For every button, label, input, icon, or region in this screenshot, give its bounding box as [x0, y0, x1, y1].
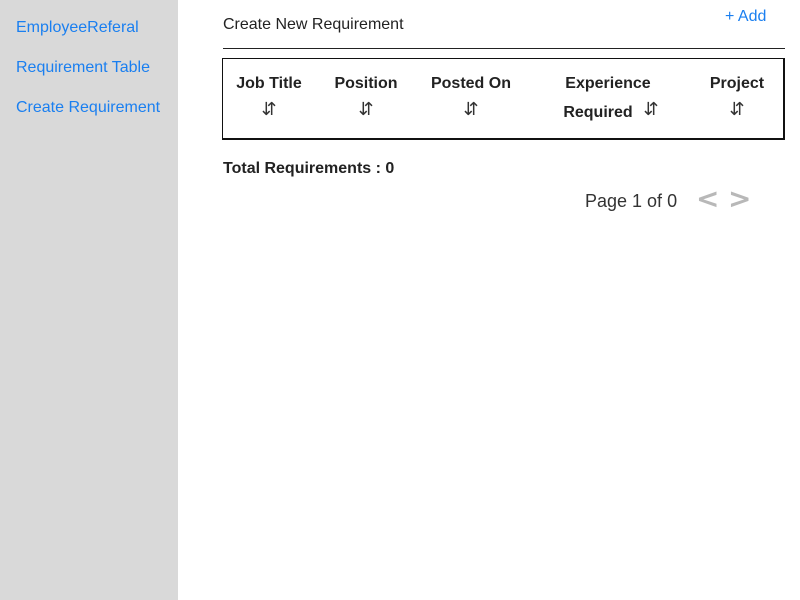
column-header-project[interactable]: Project ⇵ [698, 59, 776, 139]
sort-icon[interactable]: ⇵ [421, 99, 521, 120]
next-page-button[interactable]: > [728, 182, 751, 215]
sort-icon[interactable]: ⇵ [698, 99, 776, 120]
column-label-posted-on: Posted On [430, 75, 511, 92]
sidebar-item-employee-referal[interactable]: EmployeeReferal [16, 19, 139, 37]
page-indicator: Page 1 of 0 [585, 191, 678, 211]
previous-page-button[interactable]: < [696, 182, 719, 215]
column-label-project: Project [709, 75, 765, 92]
column-header-experience-required[interactable]: Experience Required ⇵ [548, 59, 668, 139]
column-label-position: Position [334, 75, 398, 92]
page-title: Create New Requirement [223, 16, 404, 33]
sort-icon[interactable]: ⇵ [320, 99, 412, 120]
sidebar-item-requirement-table[interactable]: Requirement Table [16, 59, 150, 77]
requirements-table: Job Title ⇵ Position ⇵ Posted On ⇵ Exper… [222, 58, 785, 140]
add-requirement-button[interactable]: + Add [725, 8, 766, 26]
total-requirements: Total Requirements : 0 [223, 160, 395, 177]
sidebar-item-create-requirement[interactable]: Create Requirement [16, 99, 160, 117]
column-header-job-title[interactable]: Job Title ⇵ [223, 59, 315, 139]
column-label-experience: Experience [565, 75, 651, 92]
sidebar: EmployeeReferal Requirement Table Create… [0, 0, 178, 600]
column-header-position[interactable]: Position ⇵ [320, 59, 412, 139]
title-divider [223, 48, 785, 49]
column-label-job-title: Job Title [236, 75, 302, 92]
sort-icon[interactable]: ⇵ [223, 99, 315, 120]
column-header-posted-on[interactable]: Posted On ⇵ [421, 59, 521, 139]
app-root: EmployeeReferal Requirement Table Create… [0, 0, 800, 600]
sort-icon[interactable]: ⇵ [634, 99, 668, 120]
